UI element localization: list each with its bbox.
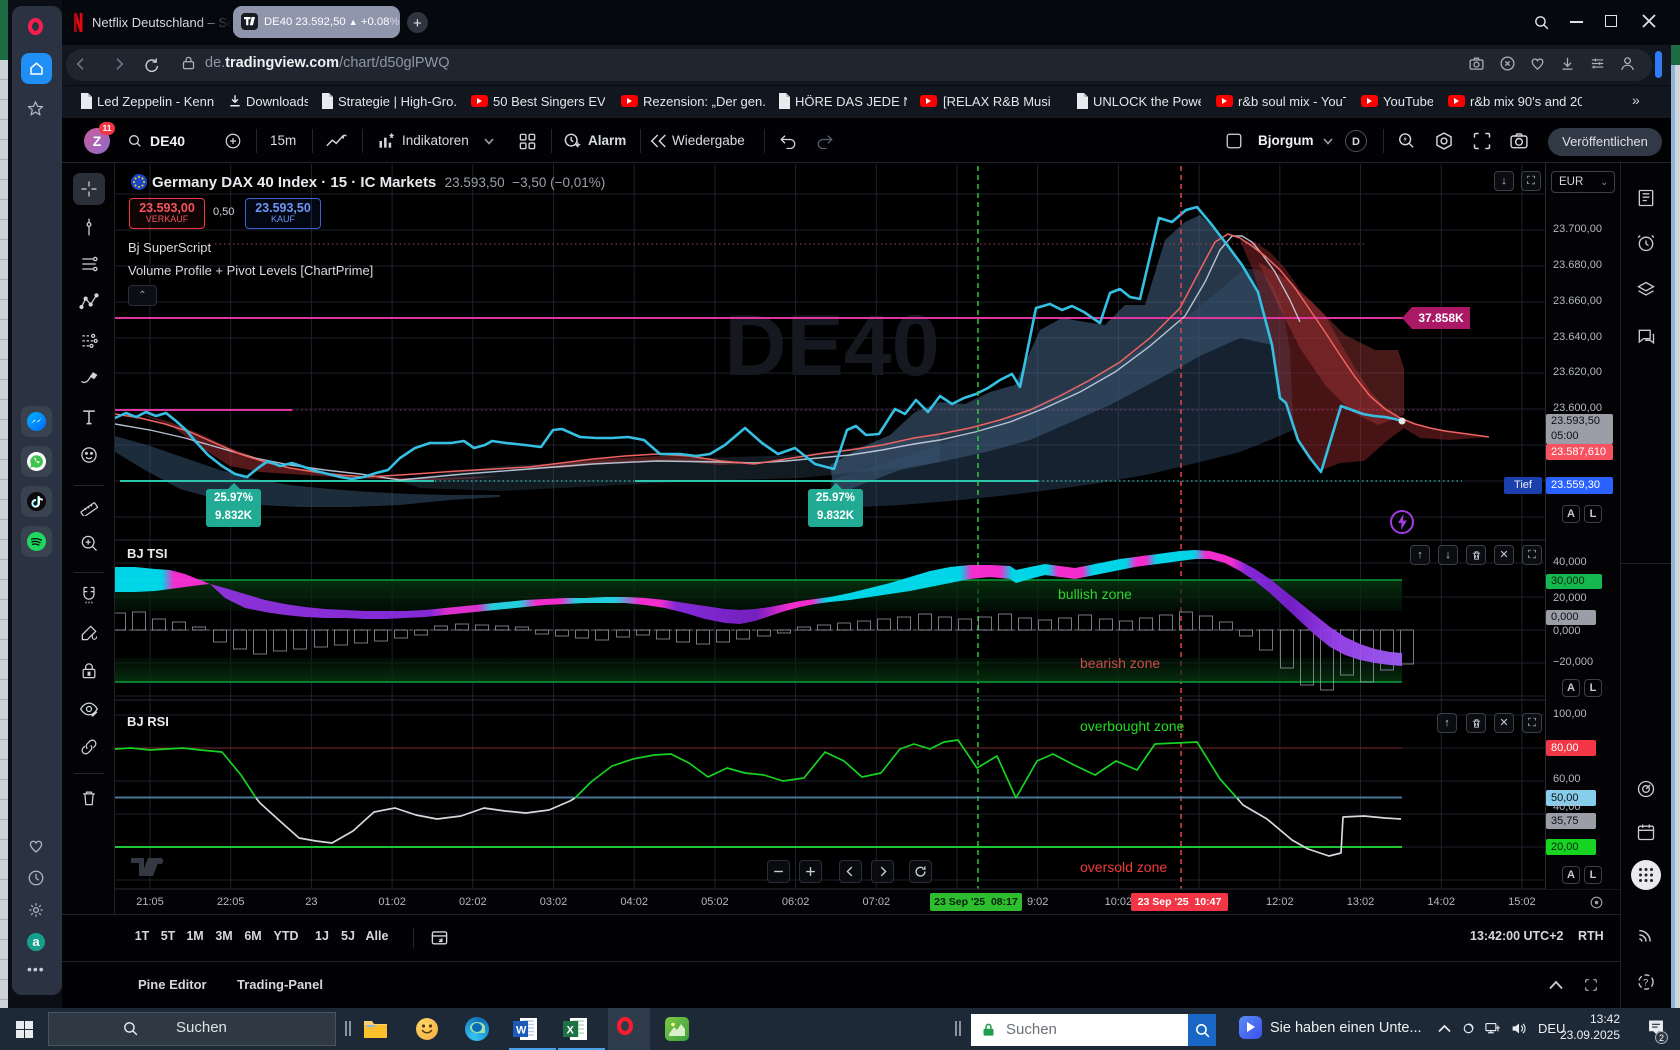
svg-text:W: W <box>516 1025 527 1037</box>
svg-text:X: X <box>567 1025 575 1037</box>
svg-text:DE40: DE40 <box>724 298 939 394</box>
